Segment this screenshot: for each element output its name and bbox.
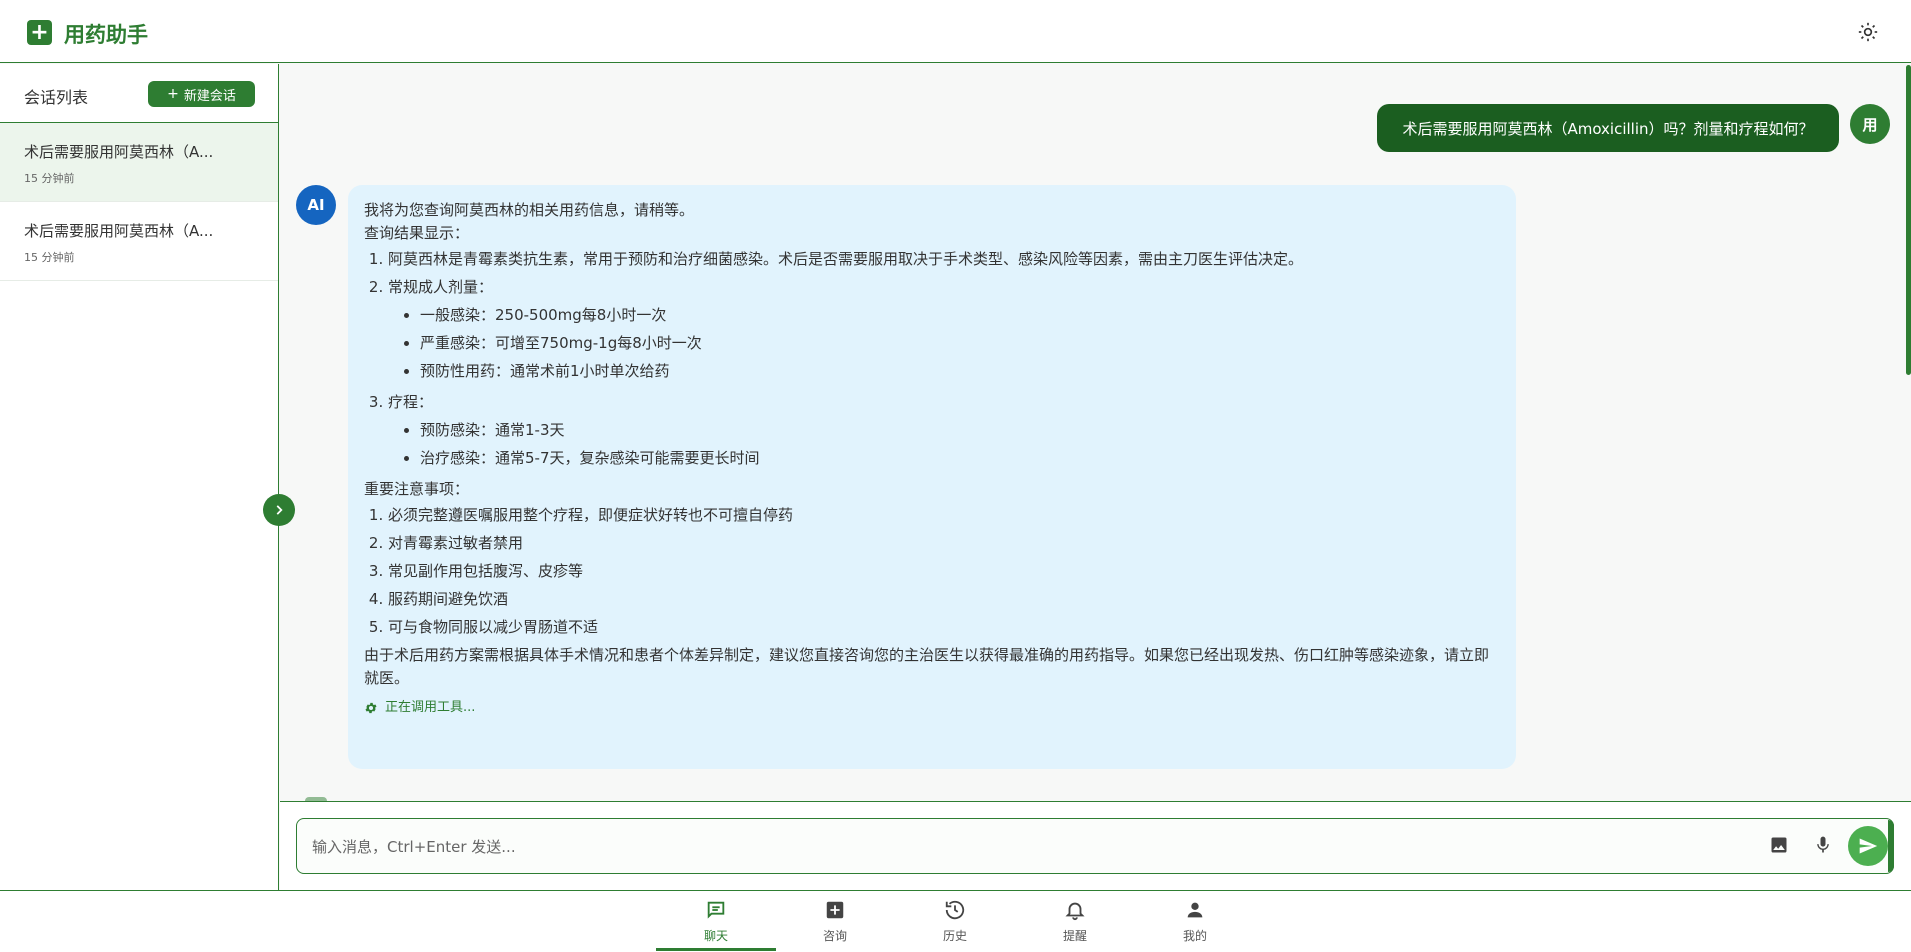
- list-item: 对青霉素过敏者禁用: [388, 532, 1500, 555]
- input-box-edge: [1888, 820, 1894, 872]
- nav-label: 聊天: [703, 929, 728, 943]
- nav-item-history[interactable]: 历史: [915, 899, 995, 949]
- ai-intro: 我将为您查询阿莫西林的相关用药信息，请稍等。: [364, 201, 695, 219]
- ai-conclusion: 由于术后用药方案需根据具体手术情况和患者个体差异制定，建议您直接咨询您的主治医生…: [364, 646, 1490, 687]
- conversation-time: 15 分钟前: [24, 172, 75, 185]
- ai-result-heading: 查询结果显示：: [364, 224, 470, 242]
- conversation-title: 术后需要服用阿莫西林（A...: [24, 143, 214, 161]
- ai-message-bubble: 我将为您查询阿莫西林的相关用药信息，请稍等。 查询结果显示： 阿莫西林是青霉素类…: [348, 185, 1516, 769]
- send-button[interactable]: [1848, 826, 1888, 866]
- plus-icon: +: [167, 86, 179, 102]
- chevron-right-icon: [276, 505, 283, 515]
- nav-label: 我的: [1182, 929, 1207, 943]
- list-item: 预防感染：通常1-3天: [420, 419, 1500, 442]
- list-item: 可与食物同服以减少胃肠道不适: [388, 616, 1500, 639]
- nav-item-chat[interactable]: 聊天: [676, 899, 756, 949]
- list-item: 严重感染：可增至750mg-1g每8小时一次: [420, 332, 1500, 355]
- add-box-icon: [826, 901, 844, 919]
- course-list: 预防感染：通常1-3天 治疗感染：通常5-7天，复杂感染可能需要更长时间: [388, 419, 1500, 470]
- sidebar-title: 会话列表: [24, 88, 89, 107]
- list-item: 阿莫西林是青霉素类抗生素，常用于预防和治疗细菌感染。术后是否需要服用取决于手术类…: [388, 248, 1500, 271]
- voice-input-button[interactable]: [1813, 835, 1835, 857]
- active-tab-indicator: [656, 948, 776, 951]
- history-icon: [945, 900, 965, 920]
- image-icon: [1771, 837, 1787, 853]
- sidebar-collapse-button[interactable]: [263, 494, 295, 526]
- notes-heading: 重要注意事项：: [364, 480, 470, 498]
- user-message-bubble: 术后需要服用阿莫西林（Amoxicillin）吗？剂量和疗程如何？: [1377, 104, 1839, 152]
- list-item: 服药期间避免饮酒: [388, 588, 1500, 611]
- user-avatar: 用: [1850, 104, 1890, 144]
- app-title: 用药助手: [64, 23, 148, 47]
- sidebar-header: 会话列表 + 新建会话: [0, 64, 278, 123]
- result-list: 阿莫西林是青霉素类抗生素，常用于预防和治疗细菌感染。术后是否需要服用取决于手术类…: [364, 248, 1500, 470]
- dosage-heading: 常规成人剂量：: [388, 278, 494, 296]
- message-input[interactable]: [312, 834, 1712, 860]
- tool-status: 正在调用工具...: [364, 696, 1500, 719]
- send-icon: [1859, 838, 1878, 854]
- conversation-title: 术后需要服用阿莫西林（A...: [24, 222, 214, 240]
- course-heading: 疗程：: [388, 393, 434, 411]
- list-item: 一般感染：250-500mg每8小时一次: [420, 304, 1500, 327]
- conversation-item-1[interactable]: 术后需要服用阿莫西林（A... 15 分钟前: [0, 123, 278, 202]
- gear-icon: [365, 702, 377, 713]
- nav-label: 咨询: [822, 929, 847, 943]
- nav-label: 历史: [942, 929, 967, 943]
- tool-status-text: 正在调用工具...: [385, 700, 476, 715]
- list-item: 必须完整遵医嘱服用整个疗程，即便症状好转也不可擅自停药: [388, 504, 1500, 527]
- conversation-item-2[interactable]: 术后需要服用阿莫西林（A... 15 分钟前: [0, 202, 278, 281]
- new-conversation-label: 新建会话: [183, 88, 236, 104]
- list-item: 常见副作用包括腹泻、皮疹等: [388, 560, 1500, 583]
- list-item: 治疗感染：通常5-7天，复杂感染可能需要更长时间: [420, 447, 1500, 470]
- sun-icon: [1858, 22, 1878, 42]
- ai-avatar: AI: [296, 185, 336, 225]
- chat-icon: [707, 901, 725, 919]
- dosage-list: 一般感染：250-500mg每8小时一次 严重感染：可增至750mg-1g每8小…: [388, 304, 1500, 383]
- bell-icon: [1065, 902, 1085, 921]
- notes-list: 必须完整遵医嘱服用整个疗程，即便症状好转也不可擅自停药 对青霉素过敏者禁用 常见…: [364, 504, 1500, 639]
- conversation-sidebar: 会话列表 + 新建会话 术后需要服用阿莫西林（A... 15 分钟前 术后需要服…: [0, 64, 279, 890]
- chat-scrollbar[interactable]: [1906, 65, 1911, 375]
- mic-icon: [1817, 836, 1829, 853]
- list-item: 预防性用药：通常术前1小时单次给药: [420, 360, 1500, 383]
- image-upload-button[interactable]: [1769, 835, 1791, 857]
- medical-plus-icon: +: [27, 20, 52, 45]
- list-item: 疗程： 预防感染：通常1-3天 治疗感染：通常5-7天，复杂感染可能需要更长时间: [388, 391, 1500, 470]
- nav-item-profile[interactable]: 我的: [1155, 899, 1235, 949]
- nav-item-consult[interactable]: 咨询: [795, 899, 875, 949]
- nav-item-reminder[interactable]: 提醒: [1035, 899, 1115, 949]
- conversation-time: 15 分钟前: [24, 251, 75, 264]
- new-conversation-button[interactable]: + 新建会话: [148, 81, 255, 107]
- list-item: 常规成人剂量： 一般感染：250-500mg每8小时一次 严重感染：可增至750…: [388, 276, 1500, 383]
- app-header: + 用药助手: [0, 0, 1911, 63]
- person-icon: [1187, 902, 1203, 918]
- nav-label: 提醒: [1062, 929, 1087, 943]
- theme-toggle-button[interactable]: [1857, 21, 1879, 43]
